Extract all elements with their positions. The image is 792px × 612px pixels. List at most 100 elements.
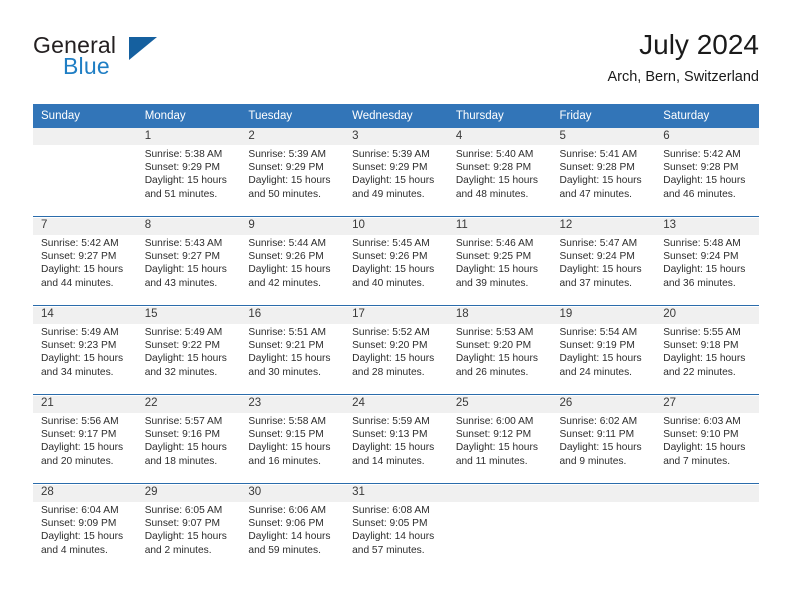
day-number: 6 (663, 130, 670, 142)
sunset-text: Sunset: 9:07 PM (144, 518, 221, 530)
calendar-day-cell[interactable]: 31 Sunrise: 6:08 AM Sunset: 9:05 PM Dayligh… (344, 483, 448, 572)
sunset-text: Sunset: 9:20 PM (352, 340, 428, 352)
day-details: Sunrise: 5:52 AM Sunset: 9:20 PM Daylight:… (344, 323, 448, 379)
sunset-text: Sunset: 9:29 PM (352, 162, 428, 174)
calendar-day-cell[interactable]: 24 Sunrise: 5:59 AM Sunset: 9:13 PM Dayligh… (344, 394, 448, 484)
calendar-day-cell[interactable]: 3 Sunrise: 5:39 AM Sunset: 9:29 PM Daylight… (344, 128, 448, 217)
sunrise-text: Sunrise: 6:02 AM (559, 416, 638, 427)
day-cell-content: 6 Sunrise: 5:42 AM Sunset: 9:28 PM Daylight… (655, 128, 759, 216)
calendar-day-cell[interactable]: 27 Sunrise: 6:03 AM Sunset: 9:10 PM Dayligh… (655, 394, 759, 484)
day-details (448, 501, 552, 504)
day-details: Sunrise: 6:02 AM Sunset: 9:11 PM Daylight:… (552, 412, 656, 468)
title-block: July 2024 Arch, Bern, Switzerland (607, 28, 759, 88)
calendar-day-cell[interactable] (655, 483, 759, 572)
day-cell-content: 27 Sunrise: 6:03 AM Sunset: 9:10 PM Dayligh… (655, 395, 759, 483)
daylight-text: Daylight: 15 hours (455, 264, 538, 276)
calendar-week-row: 1 Sunrise: 5:38 AM Sunset: 9:29 PM Daylight… (33, 128, 759, 217)
calendar-day-cell[interactable]: 28 Sunrise: 6:04 AM Sunset: 9:09 PM Dayligh… (33, 483, 137, 572)
calendar-day-cell[interactable]: 14 Sunrise: 5:49 AM Sunset: 9:23 PM Dayligh… (33, 305, 137, 395)
calendar-day-cell[interactable]: 9 Sunrise: 5:44 AM Sunset: 9:26 PM Daylight… (240, 216, 345, 306)
day-cell-content: 21 Sunrise: 5:56 AM Sunset: 9:17 PM Dayligh… (33, 395, 137, 483)
day-cell-content: 29 Sunrise: 6:05 AM Sunset: 9:07 PM Dayligh… (137, 484, 241, 572)
calendar-day-cell[interactable]: 1 Sunrise: 5:38 AM Sunset: 9:29 PM Daylight… (137, 128, 241, 217)
sunrise-text: Sunrise: 5:59 AM (352, 416, 430, 427)
calendar-day-cell[interactable]: 29 Sunrise: 6:05 AM Sunset: 9:07 PM Dayligh… (136, 483, 241, 572)
day-details: Sunrise: 5:47 AM Sunset: 9:24 PM Daylight:… (552, 234, 656, 290)
day-cell-content: 14 Sunrise: 5:49 AM Sunset: 9:23 PM Dayligh… (33, 306, 137, 394)
daylight-text: Daylight: 15 hours (559, 264, 642, 276)
calendar-day-cell[interactable]: 5 Sunrise: 5:41 AM Sunset: 9:28 PM Daylight… (552, 128, 656, 217)
day-cell-content (655, 484, 759, 572)
calendar-day-cell[interactable]: 25 Sunrise: 6:00 AM Sunset: 9:12 PM Dayligh… (447, 394, 552, 484)
day-details: Sunrise: 5:59 AM Sunset: 9:13 PM Daylight:… (344, 412, 448, 468)
sunrise-text: Sunrise: 5:43 AM (144, 238, 223, 249)
calendar-day-cell[interactable] (551, 483, 656, 572)
sunset-text: Sunset: 9:20 PM (455, 340, 532, 352)
calendar-day-cell[interactable]: 18 Sunrise: 5:53 AM Sunset: 9:20 PM Dayligh… (447, 305, 552, 395)
day-details: Sunrise: 5:39 AM Sunset: 9:29 PM Daylight:… (240, 145, 344, 201)
daylight-text: Daylight: 15 hours (144, 531, 227, 543)
day-number: 26 (559, 397, 573, 409)
calendar-day-cell[interactable]: 6 Sunrise: 5:42 AM Sunset: 9:28 PM Daylight… (655, 128, 759, 217)
calendar-day-cell[interactable] (33, 128, 137, 217)
calendar-day-cell[interactable]: 17 Sunrise: 5:52 AM Sunset: 9:20 PM Dayligh… (344, 305, 448, 395)
calendar-day-cell[interactable]: 7 Sunrise: 5:42 AM Sunset: 9:27 PM Daylight… (33, 216, 137, 306)
sunrise-text: Sunrise: 5:53 AM (455, 327, 534, 338)
daylight-text: Daylight: 15 hours (663, 175, 746, 187)
day-number: 28 (41, 486, 54, 498)
daylight-text-cont: and 46 minutes. (663, 188, 736, 200)
day-cell-content: 26 Sunrise: 6:02 AM Sunset: 9:11 PM Dayligh… (552, 395, 656, 483)
day-details: Sunrise: 5:40 AM Sunset: 9:28 PM Daylight:… (448, 145, 552, 201)
day-details: Sunrise: 5:44 AM Sunset: 9:26 PM Daylight:… (240, 234, 344, 290)
calendar-day-cell[interactable]: 21 Sunrise: 5:56 AM Sunset: 9:17 PM Dayligh… (33, 394, 137, 484)
sunrise-text: Sunrise: 5:55 AM (663, 327, 741, 338)
day-number: 21 (41, 397, 54, 409)
daylight-text: Daylight: 15 hours (248, 264, 331, 276)
calendar-week-row: 14 Sunrise: 5:49 AM Sunset: 9:23 PM Dayligh… (33, 305, 759, 395)
day-details: Sunrise: 5:58 AM Sunset: 9:15 PM Daylight:… (240, 412, 344, 468)
day-number: 14 (41, 308, 54, 320)
daylight-text: Daylight: 14 hours (248, 531, 331, 543)
calendar-day-cell[interactable]: 10 Sunrise: 5:45 AM Sunset: 9:26 PM Dayligh… (344, 216, 448, 306)
daylight-text: Daylight: 15 hours (41, 442, 124, 454)
day-details: Sunrise: 5:42 AM Sunset: 9:27 PM Daylight:… (33, 234, 137, 290)
daylight-text-cont: and 14 minutes. (352, 455, 425, 467)
day-details: Sunrise: 5:42 AM Sunset: 9:28 PM Daylight:… (655, 145, 759, 201)
day-number: 9 (248, 219, 255, 231)
calendar-day-cell[interactable]: 16 Sunrise: 5:51 AM Sunset: 9:21 PM Dayligh… (240, 305, 345, 395)
sunset-text: Sunset: 9:28 PM (559, 162, 635, 174)
calendar-day-cell[interactable]: 12 Sunrise: 5:47 AM Sunset: 9:24 PM Dayligh… (551, 216, 656, 306)
calendar-day-cell[interactable]: 11 Sunrise: 5:46 AM Sunset: 9:25 PM Dayligh… (447, 216, 552, 306)
day-number: 2 (248, 130, 255, 142)
weekday-header-sunday: Sunday (33, 104, 137, 128)
weekday-header-thursday: Thursday (447, 104, 552, 128)
sunrise-text: Sunrise: 6:04 AM (41, 505, 119, 516)
day-number: 22 (144, 397, 158, 409)
calendar-day-cell[interactable]: 20 Sunrise: 5:55 AM Sunset: 9:18 PM Dayligh… (655, 305, 759, 395)
calendar-day-cell[interactable]: 15 Sunrise: 5:49 AM Sunset: 9:22 PM Dayligh… (136, 305, 241, 395)
daylight-text: Daylight: 15 hours (352, 264, 435, 276)
calendar-table: Sunday Monday Tuesday Wednesday Thursday… (33, 104, 759, 572)
calendar-day-cell[interactable]: 23 Sunrise: 5:58 AM Sunset: 9:15 PM Dayligh… (240, 394, 345, 484)
day-cell-content: 11 Sunrise: 5:46 AM Sunset: 9:25 PM Dayligh… (448, 217, 552, 305)
daylight-text-cont: and 32 minutes. (144, 366, 218, 378)
logo-triangle-icon (129, 37, 157, 60)
day-details: Sunrise: 6:00 AM Sunset: 9:12 PM Daylight:… (448, 412, 552, 468)
calendar-day-cell[interactable]: 19 Sunrise: 5:54 AM Sunset: 9:19 PM Dayligh… (551, 305, 656, 395)
calendar-day-cell[interactable]: 2 Sunrise: 5:39 AM Sunset: 9:29 PM Daylight… (240, 128, 344, 217)
calendar-day-cell[interactable]: 22 Sunrise: 5:57 AM Sunset: 9:16 PM Dayligh… (136, 394, 241, 484)
daylight-text-cont: and 44 minutes. (41, 277, 114, 289)
daylight-text-cont: and 51 minutes. (144, 188, 218, 200)
sunrise-text: Sunrise: 5:49 AM (41, 327, 119, 338)
calendar-day-cell[interactable]: 8 Sunrise: 5:43 AM Sunset: 9:27 PM Daylight… (136, 216, 241, 306)
general-blue-logo[interactable]: General Blue (33, 32, 263, 88)
calendar-day-cell[interactable]: 26 Sunrise: 6:02 AM Sunset: 9:11 PM Dayligh… (551, 394, 656, 484)
day-number: 15 (144, 308, 158, 320)
calendar-day-cell[interactable]: 30 Sunrise: 6:06 AM Sunset: 9:06 PM Dayligh… (240, 483, 345, 572)
calendar-day-cell[interactable]: 13 Sunrise: 5:48 AM Sunset: 9:24 PM Dayligh… (655, 216, 759, 306)
calendar-day-cell[interactable] (447, 483, 552, 572)
sunset-text: Sunset: 9:10 PM (663, 429, 739, 441)
calendar-day-cell[interactable]: 4 Sunrise: 5:40 AM Sunset: 9:28 PM Daylight… (448, 128, 552, 217)
daylight-text-cont: and 28 minutes. (352, 366, 425, 378)
daylight-text-cont: and 36 minutes. (663, 277, 736, 289)
